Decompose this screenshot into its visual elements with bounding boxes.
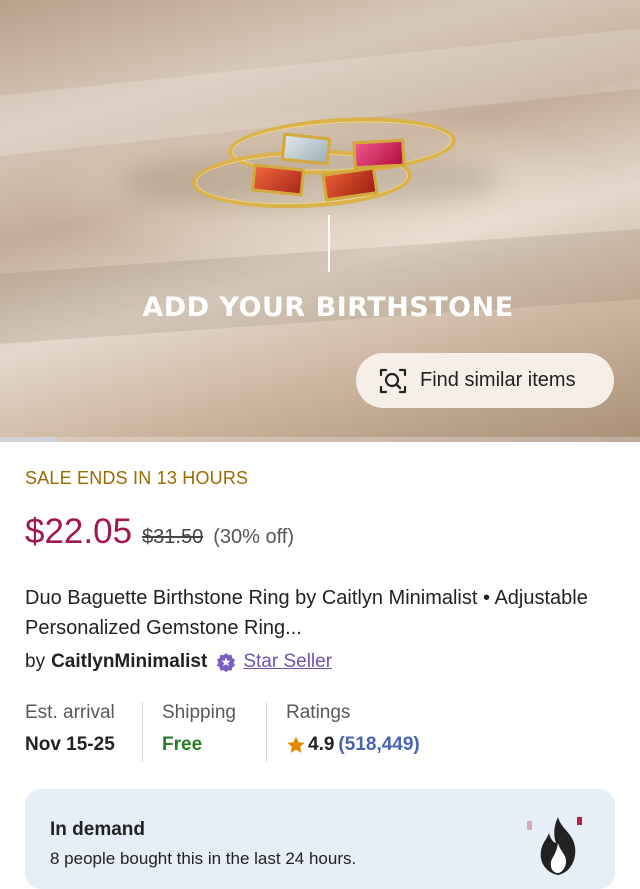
rating-count-link[interactable]: (518,449) <box>338 734 419 756</box>
ratings-label: Ratings <box>286 702 351 723</box>
image-carousel-progress <box>0 437 640 442</box>
in-demand-card: In demand 8 people bought this in the la… <box>25 789 615 889</box>
gem-garnet <box>250 163 306 197</box>
sale-banner: SALE ENDS IN 13 HOURS <box>25 468 249 488</box>
image-divider-line <box>328 215 330 272</box>
listing-facts: Est. arrival Nov 15-25 Shipping Free Rat… <box>25 702 466 762</box>
arrival-value: Nov 15-25 <box>25 734 115 755</box>
in-demand-subtitle: 8 people bought this in the last 24 hour… <box>50 849 357 868</box>
image-headline: ADD YOUR BIRTHSTONE <box>142 292 514 323</box>
shipping: Shipping Free <box>142 702 266 762</box>
product-image[interactable]: ADD YOUR BIRTHSTONE Find similar items <box>0 0 640 442</box>
seller-row: by CaitlynMinimalist Star Seller <box>25 651 332 673</box>
seller-prefix: by <box>25 651 46 672</box>
estimated-arrival: Est. arrival Nov 15-25 <box>25 702 142 762</box>
discount-label: (30% off) <box>213 526 295 548</box>
background-shadow-band <box>0 222 640 348</box>
star-icon <box>287 736 305 753</box>
gem-aquamarine <box>280 132 332 166</box>
rating-value: 4.9 <box>308 734 335 755</box>
find-similar-label: Find similar items <box>420 369 576 391</box>
shipping-label: Shipping <box>162 702 236 723</box>
visual-search-icon <box>379 368 407 393</box>
shipping-value: Free <box>162 734 203 755</box>
current-price: $22.05 <box>25 512 133 551</box>
ratings[interactable]: Ratings 4.9 (518,449) <box>266 702 466 762</box>
image-carousel-progress-fill <box>0 437 58 442</box>
price-row: $22.05 $31.50 (30% off) <box>25 512 294 552</box>
fire-icon <box>527 817 582 875</box>
arrival-label: Est. arrival <box>25 702 115 723</box>
in-demand-title: In demand <box>50 819 146 840</box>
listing-title[interactable]: Duo Baguette Birthstone Ring by Caitlyn … <box>25 583 615 643</box>
star-seller-badge-icon <box>217 653 236 672</box>
ratings-value-row[interactable]: 4.9 (518,449) <box>286 734 466 756</box>
gem-ruby <box>352 138 406 170</box>
star-seller-link[interactable]: Star Seller <box>243 651 332 673</box>
original-price: $31.50 <box>142 526 204 548</box>
find-similar-button[interactable]: Find similar items <box>356 353 614 408</box>
shop-name-link[interactable]: CaitlynMinimalist <box>51 651 207 673</box>
